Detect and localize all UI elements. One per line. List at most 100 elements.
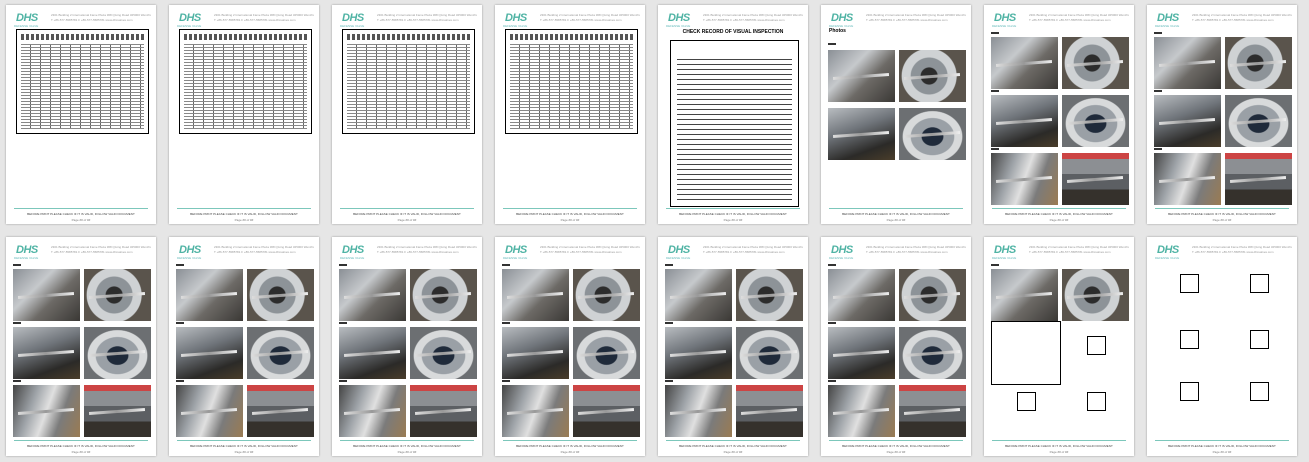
company-logo: DHS bbox=[179, 244, 201, 256]
footer-page-number: Page ## of ## bbox=[1049, 218, 1069, 222]
inspection-photo bbox=[410, 385, 477, 437]
inspection-photo bbox=[899, 269, 966, 321]
footer-text: BEFORE PRINT PLEASE CHECK IF IT IS VALID… bbox=[27, 444, 135, 448]
header-contact: T +86-577-5585781 F +86-577-5585781 www.… bbox=[703, 18, 785, 22]
inspection-photo bbox=[84, 327, 151, 379]
photo-section-label bbox=[502, 380, 510, 382]
inspection-photo bbox=[339, 327, 406, 379]
footer-page-number: Page ## of ## bbox=[886, 450, 906, 454]
header-address: 2301 Building 2 International Fame Plaza… bbox=[703, 245, 803, 249]
footer-text: BEFORE PRINT PLEASE CHECK IF IT IS VALID… bbox=[190, 212, 298, 216]
photo-section-label bbox=[665, 322, 673, 324]
inspection-photo bbox=[736, 269, 803, 321]
inspection-photo bbox=[828, 327, 895, 379]
inspection-photo bbox=[828, 269, 895, 321]
inspection-photo bbox=[828, 50, 895, 102]
inspection-photo bbox=[573, 385, 640, 437]
document-page[interactable]: DHS DEFENSE VALVE 2301 Building 2 Internat… bbox=[495, 5, 645, 224]
photo-section-label bbox=[339, 380, 347, 382]
company-logo-subtitle: DEFENSE VALVE bbox=[14, 256, 39, 260]
photo-section-label bbox=[176, 264, 184, 266]
document-page[interactable]: DHS DEFENSE VALVE 2301 Building 2 Internat… bbox=[332, 5, 482, 224]
photo-section-label bbox=[13, 264, 21, 266]
header-contact: T +86-577-5585781 F +86-577-5585781 www.… bbox=[703, 250, 785, 254]
header-address: 2301 Building 2 International Fame Plaza… bbox=[540, 13, 640, 17]
footer-page-number: Page ## of ## bbox=[1049, 450, 1069, 454]
company-logo: DHS bbox=[16, 12, 38, 24]
footer-page-number: Page ## of ## bbox=[560, 450, 580, 454]
document-page[interactable]: DHS DEFENSE VALVE 2301 Building 2 Internat… bbox=[821, 237, 971, 456]
document-page[interactable]: DHS DEFENSE VALVE 2301 Building 2 Internat… bbox=[658, 237, 808, 456]
document-page[interactable]: DHS DEFENSE VALVE 2301 Building 2 Internat… bbox=[169, 237, 319, 456]
photo-section-label bbox=[828, 43, 836, 45]
inspection-photo bbox=[339, 269, 406, 321]
header-address: 2301 Building 2 International Fame Plaza… bbox=[866, 13, 966, 17]
inspection-photo bbox=[991, 153, 1058, 205]
inspection-photo bbox=[1225, 153, 1292, 205]
document-page[interactable]: DHS DEFENSE VALVE 2301 Building 2 Internat… bbox=[6, 237, 156, 456]
company-logo: DHS bbox=[994, 12, 1016, 24]
company-logo: DHS bbox=[505, 244, 527, 256]
placeholder-square bbox=[1180, 274, 1199, 293]
company-logo-subtitle: DEFENSE VALVE bbox=[340, 24, 365, 28]
footer-text: BEFORE PRINT PLEASE CHECK IF IT IS VALID… bbox=[516, 444, 624, 448]
inspection-photo bbox=[247, 385, 314, 437]
inspection-photo bbox=[665, 327, 732, 379]
footer-text: BEFORE PRINT PLEASE CHECK IF IT IS VALID… bbox=[679, 444, 787, 448]
footer-page-number: Page ## of ## bbox=[234, 218, 254, 222]
footer-divider bbox=[666, 208, 800, 209]
inspection-photo bbox=[247, 269, 314, 321]
header-contact: T +86-577-5585781 F +86-577-5585781 www.… bbox=[377, 250, 459, 254]
photo-section-label bbox=[502, 264, 510, 266]
footer-divider bbox=[340, 440, 474, 441]
inspection-photo bbox=[84, 385, 151, 437]
footer-text: BEFORE PRINT PLEASE CHECK IF IT IS VALID… bbox=[190, 444, 298, 448]
company-logo-subtitle: DEFENSE VALVE bbox=[177, 24, 202, 28]
document-page[interactable]: DHS DEFENSE VALVE 2301 Building 2 Internat… bbox=[658, 5, 808, 224]
footer-text: BEFORE PRINT PLEASE CHECK IF IT IS VALID… bbox=[516, 212, 624, 216]
inspection-photo bbox=[665, 385, 732, 437]
inspection-photo bbox=[1062, 37, 1129, 89]
footer-divider bbox=[14, 208, 148, 209]
header-contact: T +86-577-5585781 F +86-577-5585781 www.… bbox=[540, 18, 622, 22]
document-page[interactable]: DHS DEFENSE VALVE 2301 Building 2 Internat… bbox=[984, 237, 1134, 456]
document-page[interactable]: DHS DEFENSE VALVE 2301 Building 2 Internat… bbox=[6, 5, 156, 224]
inspection-photo bbox=[1154, 95, 1221, 147]
footer-divider bbox=[177, 208, 311, 209]
placeholder-square bbox=[1087, 392, 1106, 411]
check-record-title: CHECK RECORD OF VISUAL INSPECTION bbox=[682, 29, 784, 35]
inspection-table-scan bbox=[505, 29, 638, 134]
document-page[interactable]: DHS DEFENSE VALVE 2301 Building 2 Internat… bbox=[821, 5, 971, 224]
footer-text: BEFORE PRINT PLEASE CHECK IF IT IS VALID… bbox=[842, 212, 950, 216]
footer-divider bbox=[666, 440, 800, 441]
photo-section-label bbox=[991, 32, 999, 34]
inspection-photo bbox=[1062, 269, 1129, 321]
company-logo: DHS bbox=[668, 12, 690, 24]
footer-page-number: Page ## of ## bbox=[886, 218, 906, 222]
footer-text: BEFORE PRINT PLEASE CHECK IF IT IS VALID… bbox=[353, 444, 461, 448]
footer-text: BEFORE PRINT PLEASE CHECK IF IT IS VALID… bbox=[1168, 444, 1276, 448]
document-page[interactable]: DHS DEFENSE VALVE 2301 Building 2 Internat… bbox=[169, 5, 319, 224]
company-logo-subtitle: DEFENSE VALVE bbox=[1155, 256, 1180, 260]
inspection-photo bbox=[736, 327, 803, 379]
placeholder-square bbox=[1180, 382, 1199, 401]
document-page[interactable]: DHS DEFENSE VALVE 2301 Building 2 Internat… bbox=[495, 237, 645, 456]
document-page[interactable]: DHS DEFENSE VALVE 2301 Building 2 Internat… bbox=[1147, 5, 1297, 224]
inspection-photo bbox=[736, 385, 803, 437]
header-contact: T +86-577-5585781 F +86-577-5585781 www.… bbox=[1192, 250, 1274, 254]
inspection-photo bbox=[247, 327, 314, 379]
company-logo: DHS bbox=[831, 244, 853, 256]
table-title-bar bbox=[21, 34, 144, 40]
footer-text: BEFORE PRINT PLEASE CHECK IF IT IS VALID… bbox=[1168, 212, 1276, 216]
inspection-photo bbox=[13, 385, 80, 437]
table-title-bar bbox=[347, 34, 470, 40]
table-grid bbox=[184, 44, 307, 129]
inspection-photo bbox=[13, 327, 80, 379]
document-page[interactable]: DHS DEFENSE VALVE 2301 Building 2 Internat… bbox=[1147, 237, 1297, 456]
photo-section-label bbox=[665, 380, 673, 382]
document-page[interactable]: DHS DEFENSE VALVE 2301 Building 2 Internat… bbox=[332, 237, 482, 456]
document-page[interactable]: DHS DEFENSE VALVE 2301 Building 2 Internat… bbox=[984, 5, 1134, 224]
inspection-photo bbox=[665, 269, 732, 321]
footer-page-number: Page ## of ## bbox=[1212, 218, 1232, 222]
footer-divider bbox=[14, 440, 148, 441]
